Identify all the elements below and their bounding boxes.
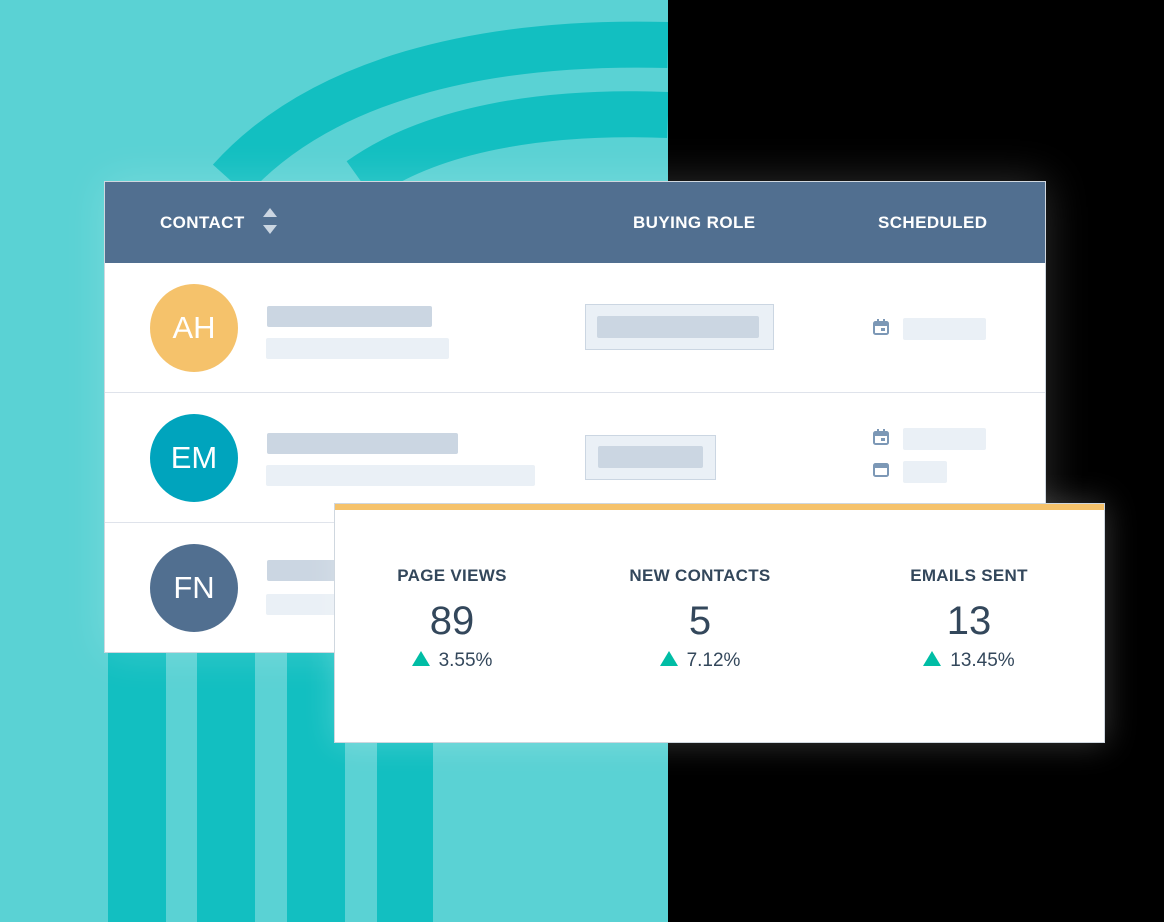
stats-card: PAGE VIEWS 89 3.55% NEW CONTACTS 5 7.12%… [334,503,1105,743]
accent-bar [335,504,1104,510]
trend-up-icon [923,651,942,666]
stat-change: 7.12% [570,650,830,672]
scheduled-placeholder [903,318,986,340]
stat-label: EMAILS SENT [910,566,1028,585]
contact-name-placeholder [267,306,432,327]
stat-change: 3.55% [322,650,582,672]
buying-role-placeholder [598,446,703,468]
stat-value: 89 [429,599,475,643]
contact-detail-placeholder [266,338,449,359]
column-header-scheduled[interactable]: SCHEDULED [878,213,987,233]
scheduled-placeholder [903,461,947,483]
avatar: FN [150,544,238,632]
stat-value: 13 [946,599,992,643]
column-header-contact[interactable]: CONTACT [160,213,245,233]
table-row[interactable]: AH [105,263,1045,393]
stat-new-contacts: NEW CONTACTS 5 7.12% [570,566,830,672]
stat-label: PAGE VIEWS [397,566,507,585]
stat-change-value: 7.12% [686,650,741,671]
avatar: EM [150,414,238,502]
stat-change: 13.45% [839,650,1099,672]
buying-role-field[interactable] [585,435,716,480]
stat-label: NEW CONTACTS [629,566,771,585]
trend-up-icon [411,651,430,666]
stat-emails-sent: EMAILS SENT 13 13.45% [839,566,1099,672]
calendar-icon [873,429,889,445]
stat-change-value: 3.55% [438,650,493,671]
scheduled-placeholder [903,428,986,450]
email-icon [873,463,889,477]
stat-page-views: PAGE VIEWS 89 3.55% [322,566,582,672]
stat-change-value: 13.45% [950,650,1015,671]
stat-value: 5 [688,599,712,643]
buying-role-field[interactable] [585,304,774,350]
sort-icon[interactable] [263,208,277,234]
calendar-icon [873,319,889,335]
buying-role-placeholder [597,316,759,338]
table-header: CONTACT BUYING ROLE SCHEDULED [105,182,1045,263]
avatar: AH [150,284,238,372]
trend-up-icon [659,651,678,666]
contact-detail-placeholder [266,465,535,486]
column-header-buying-role[interactable]: BUYING ROLE [633,213,755,233]
contact-name-placeholder [267,433,458,454]
